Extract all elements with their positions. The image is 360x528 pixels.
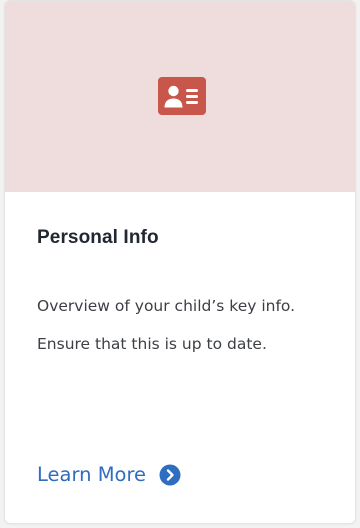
learn-more-link[interactable]: Learn More — [37, 463, 181, 486]
card-title: Personal Info — [37, 227, 159, 248]
personal-info-card[interactable]: Personal Info Overview of your child’s k… — [4, 0, 356, 524]
learn-more-label: Learn More — [37, 463, 147, 486]
id-card-icon — [158, 77, 206, 115]
card-description: Overview of your child’s key info. Ensur… — [37, 297, 296, 353]
card-banner — [5, 1, 355, 192]
chevron-right-circle-icon — [159, 464, 181, 485]
